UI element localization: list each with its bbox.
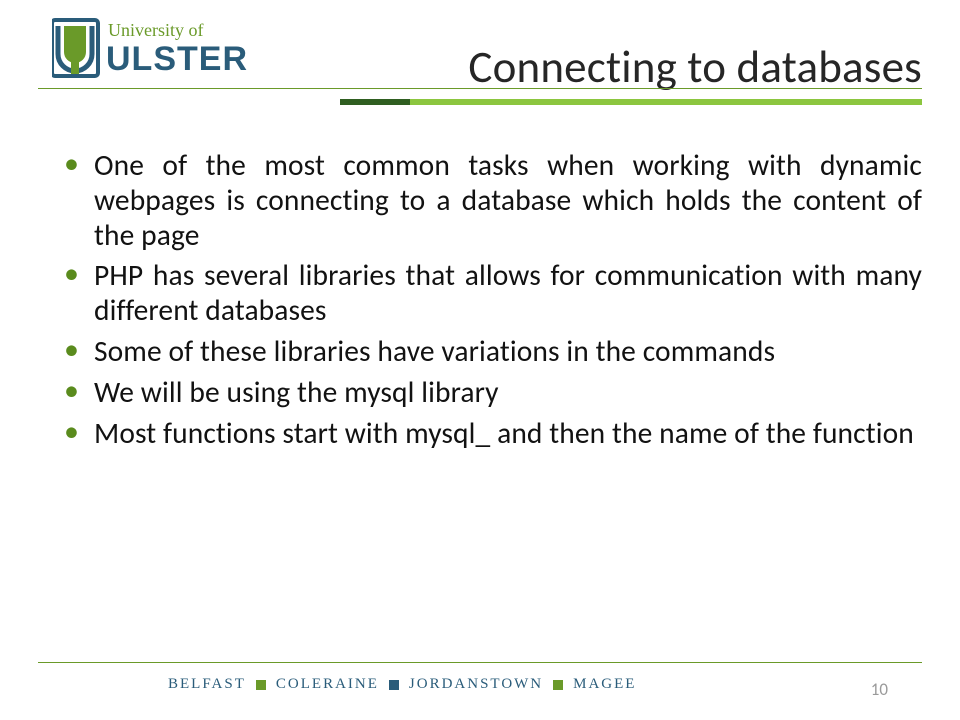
campus-name: MAGEE bbox=[573, 676, 636, 693]
bullet-list: One of the most common tasks when workin… bbox=[58, 148, 922, 450]
slide-footer: BELFAST COLERAINE JORDANSTOWN MAGEE 10 bbox=[0, 662, 960, 720]
list-item: Some of these libraries have variations … bbox=[58, 334, 922, 369]
header-accent-rule bbox=[340, 99, 922, 105]
square-separator-icon bbox=[389, 680, 399, 690]
campus-list: BELFAST COLERAINE JORDANSTOWN MAGEE bbox=[168, 676, 636, 693]
slide-title: Connecting to databases bbox=[468, 40, 922, 95]
header-rule bbox=[38, 88, 922, 89]
logo-line1: University of bbox=[108, 20, 203, 40]
campus-name: BELFAST bbox=[168, 676, 246, 693]
slide-body: One of the most common tasks when workin… bbox=[58, 148, 922, 456]
accent-light bbox=[410, 99, 922, 105]
list-item: PHP has several libraries that allows fo… bbox=[58, 258, 922, 328]
list-item: Most functions start with mysql_ and the… bbox=[58, 416, 922, 451]
university-of-ulster-logo: University of ULSTER bbox=[52, 12, 304, 86]
square-separator-icon bbox=[256, 680, 266, 690]
campus-name: JORDANSTOWN bbox=[409, 676, 543, 693]
campus-name: COLERAINE bbox=[276, 676, 379, 693]
list-item: One of the most common tasks when workin… bbox=[58, 148, 922, 252]
square-separator-icon bbox=[553, 680, 563, 690]
page-number: 10 bbox=[871, 679, 888, 700]
logo-line2: ULSTER bbox=[106, 40, 248, 78]
slide-header: University of ULSTER Connecting to datab… bbox=[0, 0, 960, 124]
list-item: We will be using the mysql library bbox=[58, 375, 922, 410]
footer-rule bbox=[38, 662, 922, 663]
accent-dark bbox=[340, 99, 410, 105]
